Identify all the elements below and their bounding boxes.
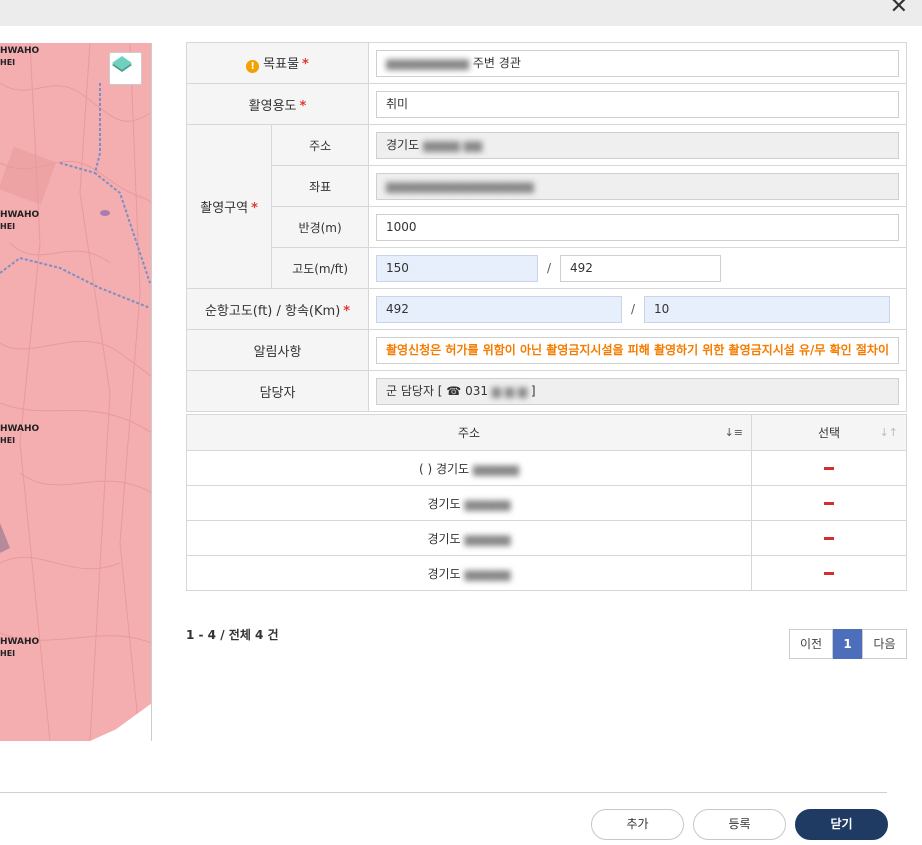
- area-label: 촬영구역 *: [185, 124, 273, 289]
- sort-icon[interactable]: ↓↑: [880, 426, 898, 439]
- remove-icon[interactable]: [824, 572, 834, 575]
- map-label: HWAHO: [0, 637, 40, 647]
- table-row: ( ) 경기도 ▆▆▆▆▆: [186, 450, 907, 486]
- page-1-button[interactable]: 1: [833, 629, 862, 659]
- remove-icon[interactable]: [824, 537, 834, 540]
- required-mark: *: [343, 303, 351, 319]
- address-label: 주소: [271, 124, 370, 166]
- map-label: HWAHO: [0, 424, 40, 434]
- radius-input[interactable]: 1000: [376, 213, 899, 241]
- cruise-altitude-input[interactable]: 492: [376, 295, 623, 323]
- map-label: HWAHO: [0, 46, 40, 56]
- map-view[interactable]: HWAHO HEI HWAHO HEI HWAHO HEI HWAHO HEI: [0, 43, 152, 741]
- layers-icon: [112, 56, 132, 72]
- row-address: ( ) 경기도 ▆▆▆▆▆: [186, 450, 752, 486]
- required-mark: *: [251, 201, 258, 216]
- sort-desc-icon[interactable]: ↓≡: [725, 426, 743, 439]
- map-label: HEI: [0, 649, 16, 658]
- table-row: 경기도 ▆▆▆▆▆: [186, 520, 907, 556]
- result-count: 1 - 4 / 전체 4 건: [186, 628, 279, 642]
- remove-icon[interactable]: [824, 467, 834, 470]
- address-redacted: ▆▆▆▆ ▆▆: [419, 137, 483, 152]
- address-field: 경기도 ▆▆▆▆ ▆▆: [376, 131, 899, 159]
- next-page-button[interactable]: 다음: [862, 629, 907, 659]
- radius-label: 반경(m): [271, 206, 370, 248]
- row-redacted: ▆▆▆▆▆: [469, 461, 520, 476]
- notice-text: 촬영신청은 허가를 위함이 아닌 촬영금지시설을 피해 촬영하기 위한 촬영금지…: [376, 336, 899, 364]
- target-redacted: ▆▆▆▆▆▆▆▆▆: [386, 55, 473, 70]
- purpose-label: 활영용도 *: [185, 83, 370, 125]
- purpose-input[interactable]: 취미: [376, 90, 899, 118]
- table-row: 경기도 ▆▆▆▆▆: [186, 555, 907, 591]
- required-mark: *: [302, 57, 309, 72]
- phone-redacted: ▆ ▆ ▆: [487, 383, 531, 398]
- required-mark: *: [299, 98, 307, 114]
- cruise-label: 순항고도(ft) / 항속(Km) *: [185, 288, 370, 330]
- row-address: 경기도 ▆▆▆▆▆: [186, 520, 752, 556]
- map-label: HEI: [0, 436, 16, 445]
- map-label: HWAHO: [0, 210, 40, 220]
- remove-icon[interactable]: [824, 502, 834, 505]
- manager-label: 담당자: [185, 370, 370, 412]
- manager-field: 군 담당자 [ ☎ 031 ▆ ▆ ▆ ]: [376, 377, 899, 405]
- table-row: 경기도 ▆▆▆▆▆: [186, 485, 907, 521]
- row-select: [751, 555, 907, 591]
- cruise-range-input[interactable]: 10: [644, 295, 891, 323]
- row-redacted: ▆▆▆▆▆: [460, 531, 511, 546]
- column-address[interactable]: 주소 ↓≡: [186, 414, 752, 451]
- prev-page-button[interactable]: 이전: [789, 629, 833, 659]
- altitude-m-input[interactable]: 150: [376, 254, 539, 282]
- map-label: HEI: [0, 58, 16, 67]
- alert-icon: !: [246, 60, 260, 73]
- close-icon[interactable]: ✕: [890, 0, 908, 19]
- altitude-label: 고도(m/ft): [271, 247, 370, 289]
- footer-divider: [0, 792, 887, 793]
- close-button[interactable]: 닫기: [795, 809, 888, 840]
- pagination: 이전 1 다음: [789, 629, 907, 659]
- separator: /: [546, 261, 552, 275]
- row-redacted: ▆▆▆▆▆: [460, 496, 511, 511]
- target-label: ! 목표물 *: [185, 42, 370, 84]
- notice-label: 알림사항: [185, 329, 370, 371]
- target-input[interactable]: ▆▆▆▆▆▆▆▆▆ 주변 경관: [376, 49, 899, 77]
- add-button[interactable]: 추가: [591, 809, 684, 840]
- address-table: 주소 ↓≡ 선택 ↓↑ ( ) 경기도 ▆▆▆▆▆ 경기도 ▆▆▆▆▆ 경기도 …: [186, 414, 907, 591]
- row-redacted: ▆▆▆▆▆: [460, 566, 511, 581]
- column-select[interactable]: 선택 ↓↑: [751, 414, 907, 451]
- coords-label: 좌표: [271, 165, 370, 207]
- separator: /: [630, 302, 636, 316]
- dialog-title-bar: ✕: [0, 0, 922, 26]
- row-select: [751, 520, 907, 556]
- layers-button[interactable]: [109, 52, 142, 85]
- row-address: 경기도 ▆▆▆▆▆: [186, 555, 752, 591]
- coords-field: ▆▆▆▆▆▆▆▆▆▆▆▆▆▆▆▆: [376, 172, 899, 200]
- altitude-ft-input[interactable]: 492: [560, 254, 722, 282]
- row-select: [751, 485, 907, 521]
- application-form: ! 목표물 * ▆▆▆▆▆▆▆▆▆ 주변 경관 활영용도 * 취미 촬영구역 * 주소 …: [185, 42, 907, 412]
- map-label: HEI: [0, 222, 16, 231]
- row-select: [751, 450, 907, 486]
- coords-redacted: ▆▆▆▆▆▆▆▆▆▆▆▆▆▆▆▆: [386, 178, 534, 193]
- row-address: 경기도 ▆▆▆▆▆: [186, 485, 752, 521]
- register-button[interactable]: 등록: [693, 809, 786, 840]
